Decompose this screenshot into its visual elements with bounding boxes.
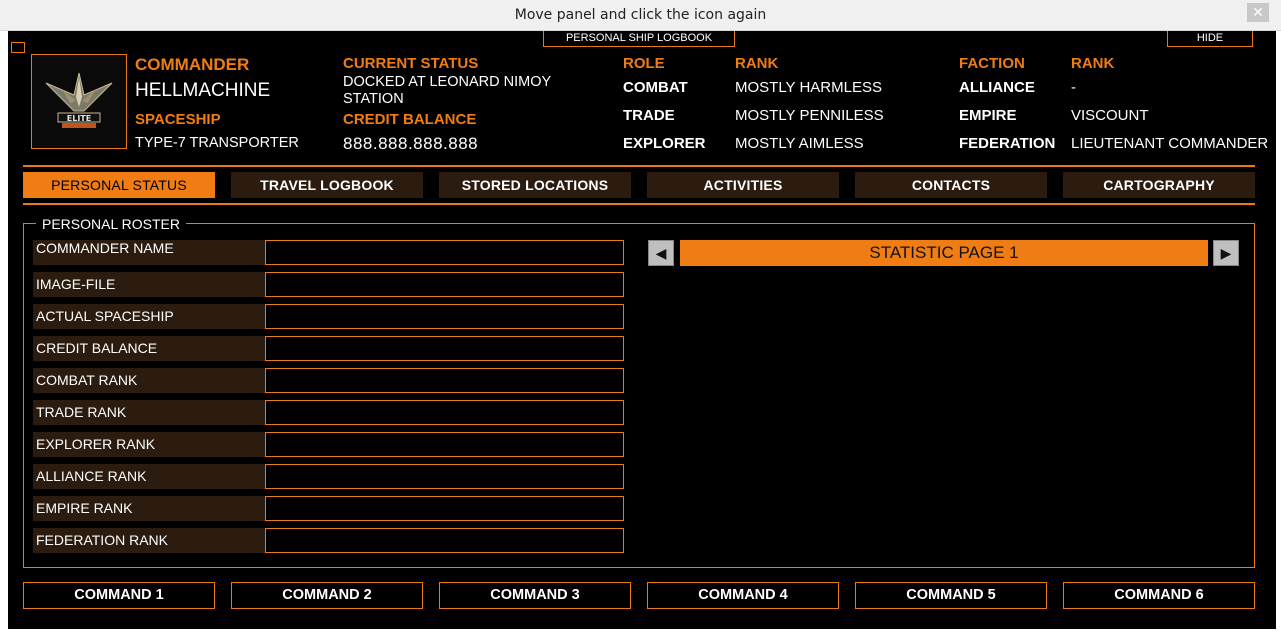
- faction-alliance: ALLIANCE: [959, 79, 1035, 96]
- field-label-empire-rank: EMPIRE RANK: [33, 496, 265, 521]
- svg-text:ELITE: ELITE: [67, 114, 91, 123]
- trade-rank-field[interactable]: [265, 400, 624, 425]
- tab-activities[interactable]: ACTIVITIES: [647, 172, 839, 198]
- window-title-bar[interactable]: Move panel and click the icon again ✕: [0, 0, 1281, 31]
- role-explorer: EXPLORER: [623, 135, 706, 152]
- field-label-explorer-rank: EXPLORER RANK: [33, 432, 265, 457]
- faction-empire-rank: VISCOUNT: [1071, 107, 1149, 124]
- resize-icon[interactable]: [11, 42, 25, 53]
- command-1-button[interactable]: COMMAND 1: [23, 582, 215, 609]
- commander-name-field[interactable]: [265, 240, 624, 265]
- tab-travel-logbook[interactable]: TRAVEL LOGBOOK: [231, 172, 423, 198]
- role-rank-label: RANK: [735, 55, 779, 72]
- elite-logo-icon: ELITE: [31, 54, 127, 149]
- federation-rank-field[interactable]: [265, 528, 624, 553]
- role-label: ROLE: [623, 55, 665, 72]
- field-label-image-file: IMAGE-FILE: [33, 272, 265, 297]
- field-label-federation-rank: FEDERATION RANK: [33, 528, 265, 553]
- close-icon[interactable]: ✕: [1247, 3, 1269, 22]
- command-4-button[interactable]: COMMAND 4: [647, 582, 839, 609]
- roster-legend: PERSONAL ROSTER: [36, 216, 186, 232]
- role-trade: TRADE: [623, 107, 675, 124]
- faction-alliance-rank: -: [1071, 79, 1076, 96]
- faction-federation: FEDERATION: [959, 135, 1056, 152]
- field-label-actual-spaceship: ACTUAL SPACESHIP: [33, 304, 265, 329]
- command-2-button[interactable]: COMMAND 2: [231, 582, 423, 609]
- next-page-icon[interactable]: ▶: [1213, 240, 1239, 266]
- credit-balance-field[interactable]: [265, 336, 624, 361]
- commander-name: HELLMACHINE: [135, 80, 271, 101]
- spaceship-name: TYPE-7 TRANSPORTER: [135, 135, 299, 151]
- tab-personal-status[interactable]: PERSONAL STATUS: [23, 172, 215, 198]
- spaceship-label: SPACESHIP: [135, 111, 221, 128]
- image-file-field[interactable]: [265, 272, 624, 297]
- faction-empire: EMPIRE: [959, 107, 1017, 124]
- field-label-combat-rank: COMBAT RANK: [33, 368, 265, 393]
- role-combat-rank: MOSTLY HARMLESS: [735, 79, 882, 96]
- field-label-credit-balance: CREDIT BALANCE: [33, 336, 265, 361]
- combat-rank-field[interactable]: [265, 368, 624, 393]
- current-status-label: CURRENT STATUS: [343, 55, 479, 72]
- current-status-line-1: DOCKED AT LEONARD NIMOY: [343, 74, 552, 90]
- field-label-alliance-rank: ALLIANCE RANK: [33, 464, 265, 489]
- command-3-button[interactable]: COMMAND 3: [439, 582, 631, 609]
- faction-rank-label: RANK: [1071, 55, 1115, 72]
- command-6-button[interactable]: COMMAND 6: [1063, 582, 1255, 609]
- window-title: Move panel and click the icon again: [514, 7, 767, 23]
- tab-contacts[interactable]: CONTACTS: [855, 172, 1047, 198]
- alliance-rank-field[interactable]: [265, 464, 624, 489]
- logbook-panel: PERSONAL SHIP LOGBOOK HIDE ELITE COMMAND…: [8, 31, 1276, 629]
- statistic-page-title: STATISTIC PAGE 1: [680, 240, 1208, 266]
- personal-roster: PERSONAL ROSTER COMMANDER NAME IMAGE-FIL…: [23, 216, 1255, 568]
- command-5-button[interactable]: COMMAND 5: [855, 582, 1047, 609]
- tab-stored-locations[interactable]: STORED LOCATIONS: [439, 172, 631, 198]
- faction-federation-rank: LIEUTENANT COMMANDER: [1071, 135, 1269, 152]
- previous-page-icon[interactable]: ◀: [648, 240, 674, 266]
- role-explorer-rank: MOSTLY AIMLESS: [735, 135, 864, 152]
- credit-balance-value: 888.888.888.888: [343, 134, 479, 153]
- actual-spaceship-field[interactable]: [265, 304, 624, 329]
- role-combat: COMBAT: [623, 79, 688, 96]
- tab-cartography[interactable]: CARTOGRAPHY: [1063, 172, 1255, 198]
- explorer-rank-field[interactable]: [265, 432, 624, 457]
- role-trade-rank: MOSTLY PENNILESS: [735, 107, 884, 124]
- hide-button[interactable]: HIDE: [1167, 31, 1253, 47]
- field-label-trade-rank: TRADE RANK: [33, 400, 265, 425]
- logbook-title: PERSONAL SHIP LOGBOOK: [543, 31, 735, 47]
- header-divider: [23, 165, 1255, 167]
- current-status-line-2: STATION: [343, 91, 404, 107]
- empire-rank-field[interactable]: [265, 496, 624, 521]
- credit-balance-label: CREDIT BALANCE: [343, 111, 477, 128]
- commander-label: COMMANDER: [135, 55, 250, 74]
- tabs-divider: [23, 203, 1255, 205]
- field-label-commander-name: COMMANDER NAME: [33, 240, 265, 265]
- faction-label: FACTION: [959, 55, 1025, 72]
